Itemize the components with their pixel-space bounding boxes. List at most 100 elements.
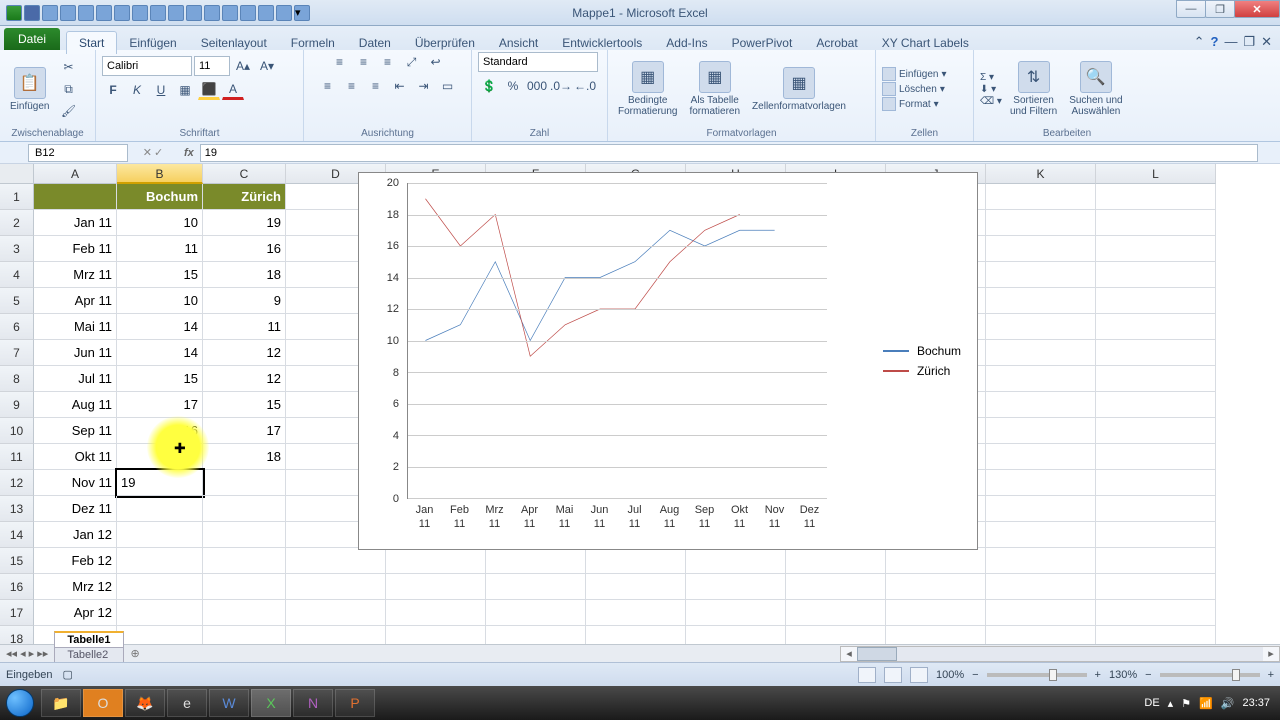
cell[interactable] [986,444,1096,470]
row-header[interactable]: 11 [0,444,34,470]
align-top-icon[interactable]: ≡ [329,52,351,72]
explorer-icon[interactable]: 📁 [41,689,81,717]
row-header[interactable]: 12 [0,470,34,496]
cell[interactable]: 9 [203,288,286,314]
cell[interactable]: 14 [117,314,203,340]
cell[interactable]: 11 [203,314,286,340]
cell[interactable]: Feb 11 [34,236,117,262]
cell[interactable] [886,548,986,574]
cell[interactable]: Aug 11 [34,392,117,418]
row-header[interactable]: 2 [0,210,34,236]
cell[interactable]: 14 [117,340,203,366]
column-header[interactable]: K [986,164,1096,184]
fill-color-icon[interactable]: ⬛ [198,80,220,100]
cell[interactable]: 12 [203,366,286,392]
cell[interactable] [1096,470,1216,496]
save-icon[interactable] [24,5,40,21]
qat-icon[interactable] [150,5,166,21]
cell[interactable]: Apr 12 [34,600,117,626]
cell-styles-button[interactable]: ▦Zellenformatvorlagen [748,65,850,114]
cell[interactable] [986,548,1096,574]
word-icon[interactable]: W [209,689,249,717]
cell[interactable]: 19 [203,210,286,236]
normal-view-icon[interactable] [858,667,876,683]
page-break-view-icon[interactable] [910,667,928,683]
zoom-level[interactable]: 100% [936,669,964,681]
row-header[interactable]: 9 [0,392,34,418]
qat-icon[interactable] [276,5,292,21]
cell[interactable]: Apr 11 [34,288,117,314]
cell[interactable] [1096,314,1216,340]
cell[interactable] [286,574,386,600]
cell[interactable]: Feb 12 [34,548,117,574]
fx-icon[interactable]: fx [184,147,194,159]
cell[interactable] [986,314,1096,340]
cell[interactable] [886,574,986,600]
cell[interactable] [203,600,286,626]
cell[interactable]: Mrz 11 [34,262,117,288]
cell[interactable]: 18 [203,262,286,288]
excel-taskbar-icon[interactable]: X [251,689,291,717]
embedded-chart[interactable]: 02468101214161820 Jan11Feb11Mrz11Apr11Ma… [358,172,978,550]
cell[interactable] [886,600,986,626]
delete-cells-button[interactable]: Löschen▾ [882,82,947,96]
cut-icon[interactable]: ✂ [57,57,79,77]
page-layout-view-icon[interactable] [884,667,902,683]
cell[interactable]: 17 [117,444,203,470]
font-size-select[interactable] [194,56,230,76]
cell[interactable]: 18 [203,444,286,470]
cell[interactable] [1096,496,1216,522]
cell[interactable] [117,522,203,548]
cell[interactable]: 17 [203,418,286,444]
cell[interactable] [786,548,886,574]
cell[interactable] [786,574,886,600]
network-icon[interactable]: 📶 [1199,697,1213,710]
cell[interactable]: Jan 12 [34,522,117,548]
cell[interactable] [286,600,386,626]
cell[interactable]: 10 [117,288,203,314]
cell[interactable] [203,548,286,574]
underline-button[interactable]: U [150,80,172,100]
cell[interactable]: 11 [117,236,203,262]
cell[interactable] [386,548,486,574]
align-left-icon[interactable]: ≡ [317,76,339,96]
cell[interactable] [117,600,203,626]
column-header[interactable]: L [1096,164,1216,184]
cell[interactable] [986,392,1096,418]
cell[interactable] [1096,262,1216,288]
redo-icon[interactable] [60,5,76,21]
format-cells-button[interactable]: Format▾ [882,97,947,111]
tray-arrow-icon[interactable]: ▴ [1168,697,1174,710]
cell[interactable] [986,262,1096,288]
cell[interactable] [486,548,586,574]
qat-icon[interactable] [222,5,238,21]
row-header[interactable]: 16 [0,574,34,600]
cell[interactable]: Sep 11 [34,418,117,444]
conditional-formatting-button[interactable]: ▦Bedingte Formatierung [614,59,681,119]
onenote-icon[interactable]: N [293,689,333,717]
cell[interactable] [1096,184,1216,210]
insert-cells-button[interactable]: Einfügen▾ [882,67,947,81]
indent-inc-icon[interactable]: ⇥ [413,76,435,96]
cell[interactable] [203,522,286,548]
border-icon[interactable]: ▦ [174,80,196,100]
cell[interactable]: Mai 11 [34,314,117,340]
qat-icon[interactable] [240,5,256,21]
paste-button[interactable]: 📋 Einfügen [6,65,53,114]
undo-icon[interactable] [42,5,58,21]
cell[interactable] [686,600,786,626]
align-bottom-icon[interactable]: ≡ [377,52,399,72]
close-button[interactable]: ✕ [1234,0,1280,18]
cell[interactable] [986,340,1096,366]
cell[interactable] [986,366,1096,392]
firefox-icon[interactable]: 🦊 [125,689,165,717]
column-header[interactable]: C [203,164,286,184]
copy-icon[interactable]: ⧉ [57,79,79,99]
cell[interactable] [986,600,1096,626]
fill-button[interactable]: ⬇ ▾ [980,84,1002,95]
file-tab[interactable]: Datei [4,28,60,50]
maximize-button[interactable]: ❐ [1205,0,1235,18]
cell[interactable] [1096,210,1216,236]
sheet-tab[interactable]: Tabelle1 [54,631,123,647]
qat-icon[interactable] [186,5,202,21]
